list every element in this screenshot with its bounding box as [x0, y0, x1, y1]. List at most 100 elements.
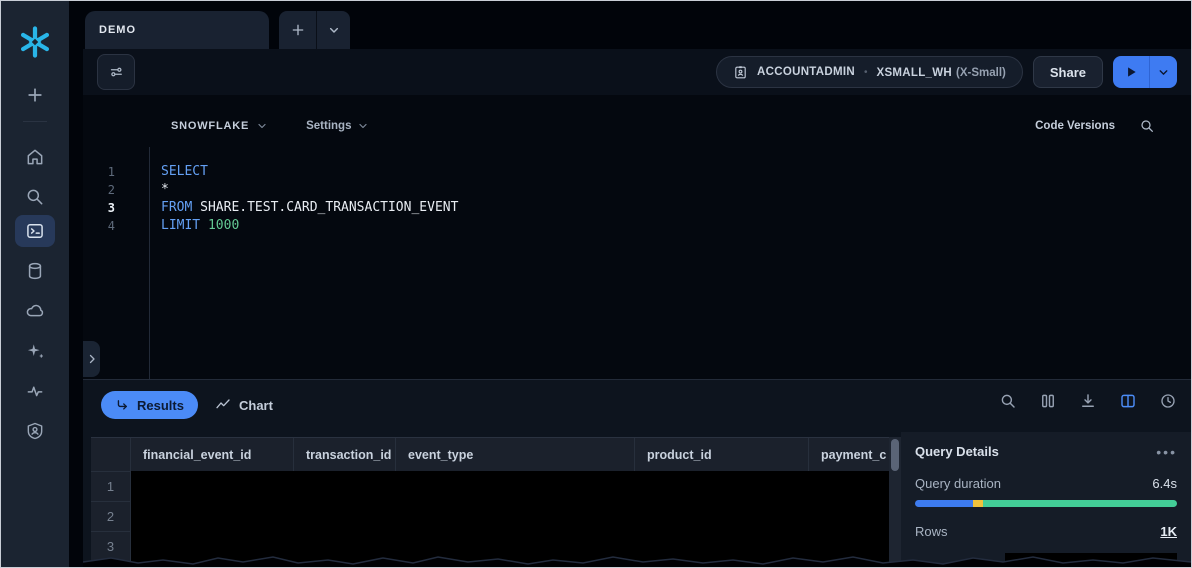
chevron-down-icon — [1157, 66, 1170, 79]
activity-pulse-icon — [25, 381, 45, 401]
editor-search-icon[interactable] — [1139, 118, 1155, 134]
column-header[interactable]: event_type — [396, 438, 635, 471]
column-header[interactable]: transaction_id — [294, 438, 396, 471]
line-number: 2 — [83, 181, 125, 199]
columns-icon[interactable] — [1039, 392, 1057, 410]
sql-token: * — [161, 182, 169, 197]
share-label: Share — [1050, 65, 1086, 80]
database-selector[interactable]: SNOWFLAKE — [171, 120, 268, 132]
home-icon — [25, 147, 45, 167]
code-line: 2 * — [83, 181, 1191, 199]
run-button[interactable] — [1113, 56, 1149, 88]
query-details-title: Query Details — [915, 444, 999, 459]
separator-dot: • — [864, 67, 868, 78]
download-icon[interactable] — [1079, 392, 1097, 410]
sidebar-item-home[interactable] — [15, 141, 55, 173]
database-selector-label: SNOWFLAKE — [171, 120, 249, 132]
sidebar-item-ai[interactable] — [15, 335, 55, 367]
redaction-torn-edge — [83, 553, 1191, 567]
row-number: 2 — [91, 502, 131, 532]
settings-menu[interactable]: Settings — [306, 120, 369, 132]
sparkles-icon — [25, 341, 45, 361]
sidebar-item-databases[interactable] — [15, 255, 55, 287]
sql-editor[interactable]: SNOWFLAKE Settings Code Versions 1 SELEC… — [83, 95, 1191, 379]
app-sidebar — [1, 1, 69, 567]
sliders-icon — [107, 63, 125, 81]
chevron-down-icon — [357, 120, 369, 132]
sql-token: 1000 — [200, 218, 239, 233]
chevron-down-icon — [326, 22, 342, 38]
code-line-active: 3 FROM SHARE.TEST.CARD_TRANSACTION_EVENT — [83, 199, 1191, 217]
worksheets-terminal-icon — [25, 221, 45, 241]
chevron-right-icon — [86, 353, 98, 365]
sidebar-item-search[interactable] — [15, 181, 55, 213]
sql-token: SHARE.TEST.CARD_TRANSACTION_EVENT — [192, 200, 458, 215]
tab-label: DEMO — [99, 24, 136, 36]
results-tab-label: Results — [137, 398, 184, 413]
share-button[interactable]: Share — [1033, 56, 1103, 88]
chart-line-icon — [215, 397, 231, 413]
sidebar-item-activity[interactable] — [15, 375, 55, 407]
tab-actions — [279, 11, 350, 49]
sql-token: SELECT — [161, 164, 208, 179]
column-header[interactable]: financial_event_id — [131, 438, 294, 471]
sidebar-item-admin[interactable] — [15, 415, 55, 447]
duration-segment-queue — [973, 500, 983, 507]
results-panel: Results Chart financial_event_id transac… — [83, 379, 1191, 567]
query-details-panel: Query Details ••• Query duration 6.4s Ro… — [901, 432, 1191, 567]
ellipsis-menu-icon[interactable]: ••• — [1156, 447, 1177, 457]
row-number-header — [91, 438, 131, 471]
results-search-icon[interactable] — [999, 392, 1017, 410]
worksheet-options-button[interactable] — [97, 54, 135, 90]
editor-header: SNOWFLAKE Settings Code Versions — [83, 111, 1191, 141]
search-icon — [25, 187, 45, 207]
role-warehouse-selector[interactable]: ACCOUNTADMIN • XSMALL_WH(X-Small) — [716, 56, 1023, 88]
expand-panel-button[interactable] — [83, 341, 100, 377]
history-clock-icon[interactable] — [1159, 392, 1177, 410]
role-badge-icon — [733, 65, 748, 80]
query-duration-value: 6.4s — [1152, 476, 1177, 491]
settings-label: Settings — [306, 120, 351, 132]
query-duration-label: Query duration — [915, 476, 1001, 491]
worksheet-tab-demo[interactable]: DEMO — [85, 11, 269, 49]
scrollbar-thumb[interactable] — [891, 439, 899, 471]
sidebar-item-worksheets[interactable] — [15, 215, 55, 247]
chart-tab-label: Chart — [239, 398, 273, 413]
current-warehouse: XSMALL_WH — [876, 67, 952, 79]
new-tab-button[interactable] — [279, 11, 316, 49]
admin-shield-icon — [25, 421, 45, 441]
plus-icon — [290, 22, 306, 38]
return-arrow-icon — [115, 398, 130, 413]
rows-count-link[interactable]: 1K — [1160, 524, 1177, 539]
editor-header-right: Code Versions — [1035, 118, 1155, 134]
column-header[interactable]: product_id — [635, 438, 809, 471]
table-header-row: financial_event_id transaction_id event_… — [91, 437, 889, 472]
duration-segment-execute — [983, 500, 1177, 507]
sidebar-divider — [23, 121, 47, 122]
column-header[interactable]: payment_c — [809, 438, 889, 471]
tab-chart[interactable]: Chart — [205, 391, 283, 419]
row-number: 1 — [91, 472, 131, 502]
tab-results[interactable]: Results — [101, 391, 198, 419]
snowflake-logo-icon[interactable] — [18, 25, 52, 59]
split-panel-icon[interactable] — [1119, 392, 1137, 410]
code-versions-button[interactable]: Code Versions — [1035, 120, 1115, 132]
database-icon — [25, 261, 45, 281]
create-plus-icon[interactable] — [25, 85, 45, 105]
line-number: 4 — [83, 217, 125, 235]
chevron-down-icon — [256, 120, 268, 132]
query-duration-bar — [915, 500, 1177, 507]
play-icon — [1124, 65, 1138, 79]
sidebar-item-marketplace[interactable] — [15, 295, 55, 327]
line-number: 3 — [83, 199, 125, 217]
code-line: 4 LIMIT 1000 — [83, 217, 1191, 235]
code-area[interactable]: 1 SELECT 2 * 3 FROM SHARE.TEST.CARD_TRAN… — [83, 163, 1191, 235]
code-line: 1 SELECT — [83, 163, 1191, 181]
table-scrollbar — [889, 437, 901, 567]
line-number: 1 — [83, 163, 125, 181]
tab-list-dropdown-button[interactable] — [316, 11, 350, 49]
sql-token: LIMIT — [161, 218, 200, 233]
run-options-button[interactable] — [1149, 56, 1177, 88]
toolbar-right-cluster: ACCOUNTADMIN • XSMALL_WH(X-Small) Share — [716, 49, 1177, 95]
rows-label: Rows — [915, 524, 948, 539]
